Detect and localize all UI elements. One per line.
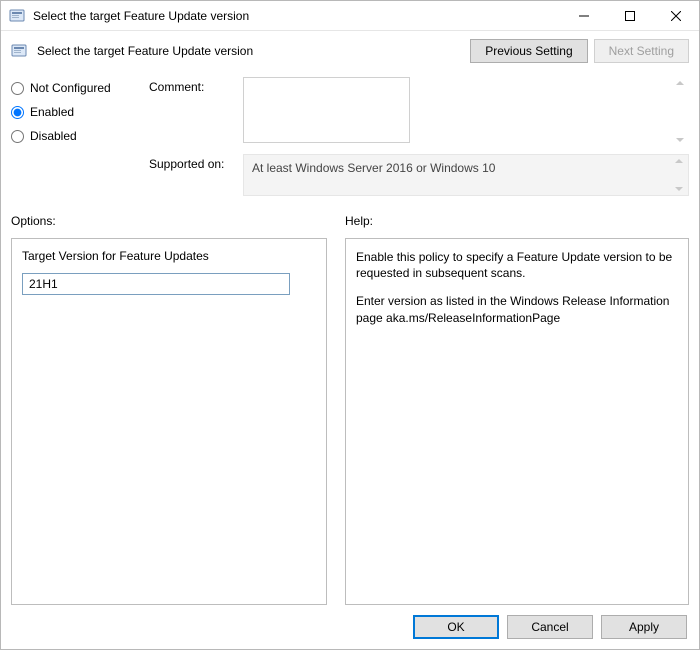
target-version-label: Target Version for Feature Updates: [22, 249, 316, 263]
next-setting-button: Next Setting: [594, 39, 689, 63]
help-paragraph-1: Enable this policy to specify a Feature …: [356, 249, 678, 281]
help-title: Help:: [345, 214, 689, 228]
supported-label: Supported on:: [149, 154, 235, 196]
policy-icon: [11, 43, 27, 59]
radio-not-configured-input[interactable]: [11, 82, 24, 95]
supported-value: At least Windows Server 2016 or Windows …: [252, 161, 495, 175]
options-panel: Target Version for Feature Updates: [11, 238, 327, 605]
radio-enabled[interactable]: Enabled: [11, 105, 139, 119]
supported-value-box: At least Windows Server 2016 or Windows …: [243, 154, 689, 196]
radio-enabled-label: Enabled: [30, 105, 74, 119]
minimize-button[interactable]: [561, 1, 607, 30]
close-button[interactable]: [653, 1, 699, 30]
panels-header: Options: Help:: [1, 196, 699, 232]
options-title: Options:: [11, 214, 327, 228]
radio-disabled-label: Disabled: [30, 129, 77, 143]
comment-scroll-icon: [676, 81, 686, 142]
comment-row: Comment:: [149, 77, 689, 146]
target-version-input[interactable]: [22, 273, 290, 295]
app-icon: [9, 8, 25, 24]
config-section: Not Configured Enabled Disabled Comment:: [1, 71, 699, 196]
radio-disabled-input[interactable]: [11, 130, 24, 143]
maximize-button[interactable]: [607, 1, 653, 30]
radio-not-configured-label: Not Configured: [30, 81, 111, 95]
nav-buttons: Previous Setting Next Setting: [470, 39, 689, 63]
help-paragraph-2: Enter version as listed in the Windows R…: [356, 293, 678, 325]
cancel-button[interactable]: Cancel: [507, 615, 593, 639]
window-controls: [561, 1, 699, 30]
ok-button[interactable]: OK: [413, 615, 499, 639]
window-title: Select the target Feature Update version: [33, 9, 561, 23]
footer: OK Cancel Apply: [1, 605, 699, 649]
panels: Target Version for Feature Updates Enabl…: [1, 232, 699, 605]
radio-enabled-input[interactable]: [11, 106, 24, 119]
state-radios: Not Configured Enabled Disabled: [11, 77, 139, 196]
radio-disabled[interactable]: Disabled: [11, 129, 139, 143]
dialog-window: Select the target Feature Update version…: [0, 0, 700, 650]
supported-scroll-icon: [675, 159, 685, 191]
header-title: Select the target Feature Update version: [37, 44, 460, 58]
apply-button[interactable]: Apply: [601, 615, 687, 639]
comment-label: Comment:: [149, 77, 235, 146]
titlebar: Select the target Feature Update version: [1, 1, 699, 31]
fields-column: Comment: Supported on: At least Windows …: [149, 77, 689, 196]
comment-input[interactable]: [243, 77, 410, 143]
radio-not-configured[interactable]: Not Configured: [11, 81, 139, 95]
header-row: Select the target Feature Update version…: [1, 31, 699, 71]
help-panel: Enable this policy to specify a Feature …: [345, 238, 689, 605]
previous-setting-button[interactable]: Previous Setting: [470, 39, 587, 63]
supported-row: Supported on: At least Windows Server 20…: [149, 154, 689, 196]
